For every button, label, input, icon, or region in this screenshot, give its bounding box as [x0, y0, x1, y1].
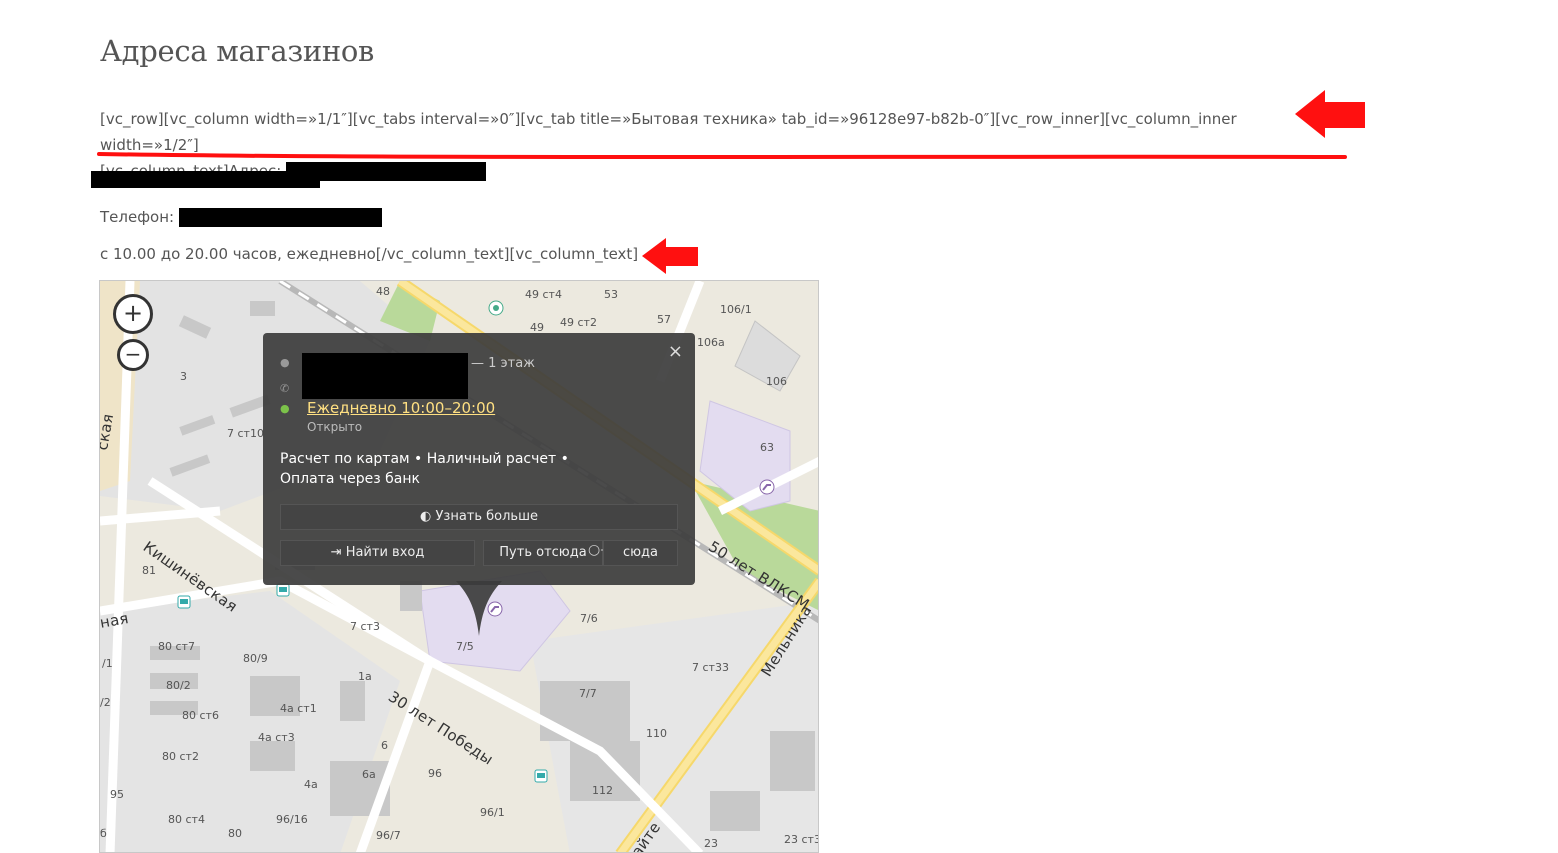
find-entrance-label: Найти вход [345, 545, 425, 560]
shortcode-line: [vc_row][vc_column width=»1/1″][vc_tabs … [100, 110, 1237, 154]
building-label: 96 [428, 767, 442, 780]
building-label: 81 [142, 564, 156, 577]
building-label: 96/1 [480, 806, 505, 819]
entrance-icon: ⇥ [330, 545, 346, 560]
building-label: 7/7 [579, 687, 597, 700]
route-to-button[interactable]: сюда [603, 540, 678, 566]
building-label: 110 [646, 727, 667, 740]
learn-more-label: Узнать больше [435, 509, 538, 524]
building-label: /1 [102, 657, 113, 670]
building-label: 106а [697, 336, 725, 349]
building-label: 80/2 [166, 679, 191, 692]
bus-stop-icon [534, 769, 548, 783]
find-entrance-button[interactable]: ⇥ Найти вход [280, 540, 475, 566]
building-label: 7 ст10 [227, 427, 264, 440]
building-label: 4а ст3 [258, 731, 295, 744]
building-label: 1а [358, 670, 372, 683]
open-status: Открыто [307, 420, 363, 434]
poi-icon [488, 300, 504, 316]
building-label: 95 [110, 788, 124, 801]
building-label: 80 ст4 [168, 813, 205, 826]
red-arrow-annotation [1295, 90, 1365, 138]
building-label: 4а ст1 [280, 702, 317, 715]
building-label: 7 ст33 [692, 661, 729, 674]
building-label: б [100, 827, 107, 840]
building-label: 57 [657, 313, 671, 326]
building-label: 80/9 [243, 652, 268, 665]
page-title: Адреса магазинов [100, 34, 375, 68]
redacted-place-name [302, 353, 468, 399]
building-label: 23 [704, 837, 718, 850]
building-label: 23 ст3 [784, 833, 819, 846]
building-label: 49 ст2 [560, 316, 597, 329]
escalator-icon [759, 479, 775, 495]
building-label: 80 ст7 [158, 640, 195, 653]
clock-icon: ● [280, 402, 290, 415]
map-widget[interactable]: Кишинёвская 50 лет ВЛКСМ 30 лет Победы М… [99, 280, 819, 853]
bus-stop-icon [177, 595, 191, 609]
building-label: 80 ст6 [182, 709, 219, 722]
route-from-button[interactable]: Путь отсюда [483, 540, 603, 566]
place-info-balloon: × ● — 1 этаж ✆ ● Ежедневно 10:00–20:00 О… [263, 333, 695, 585]
building-label: /2 [100, 696, 111, 709]
close-icon[interactable]: × [668, 341, 683, 362]
redacted-address-line [91, 171, 320, 188]
building-label: 63 [760, 441, 774, 454]
red-arrow-annotation-2 [642, 238, 698, 274]
building-label: 53 [604, 288, 618, 301]
learn-more-button[interactable]: ◐ Узнать больше [280, 504, 678, 530]
building-label: 48 [376, 285, 390, 298]
building-label: 80 [228, 827, 242, 840]
phone-label: Телефон: [100, 208, 175, 226]
pin-icon: ● [280, 356, 290, 369]
red-underline-annotation [97, 152, 1347, 159]
building-label: 3 [180, 370, 187, 383]
building-label: 7/5 [456, 640, 474, 653]
building-label: 49 ст4 [525, 288, 562, 301]
phone-line: Телефон: [100, 208, 382, 227]
zoom-in-button[interactable]: + [113, 294, 153, 334]
building-label: 112 [592, 784, 613, 797]
balloon-pointer [456, 581, 502, 636]
building-label: 106/1 [720, 303, 752, 316]
building-label: 106 [766, 375, 787, 388]
redacted-phone [178, 208, 382, 227]
payment-methods: Расчет по картам • Наличный расчет • Опл… [280, 451, 569, 487]
hours-line: с 10.00 до 20.00 часов, ежедневно[/vc_co… [100, 245, 639, 263]
building-label: 96/16 [276, 813, 308, 826]
building-label: 6 [381, 739, 388, 752]
info-icon: ◐ [420, 509, 436, 524]
building-label: 6а [362, 768, 376, 781]
building-label: 80 ст2 [162, 750, 199, 763]
building-label: 4а [304, 778, 318, 791]
building-label: 96/7 [376, 829, 401, 842]
floor-text: — 1 этаж [471, 356, 535, 371]
zoom-out-button[interactable]: − [117, 339, 149, 371]
phone-icon: ✆ [280, 382, 290, 395]
opening-hours[interactable]: Ежедневно 10:00–20:00 [307, 399, 495, 417]
